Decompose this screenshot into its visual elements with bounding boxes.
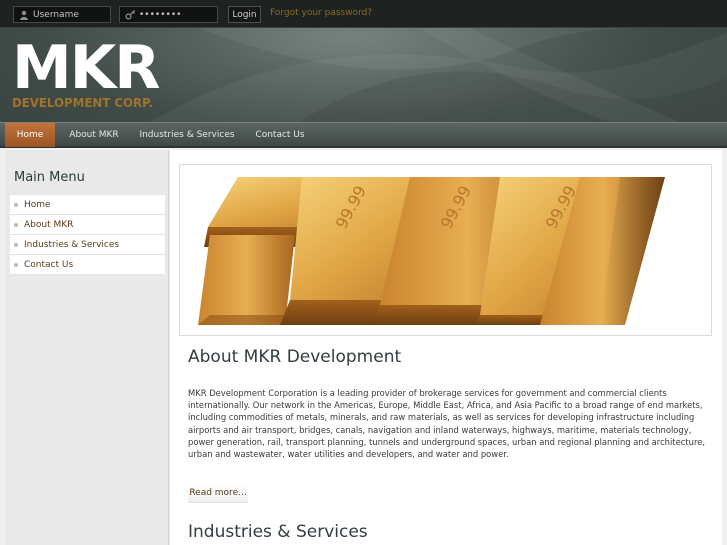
bullet-icon [14, 222, 18, 227]
site-header: MKR DEVELOPMENT CORP. [0, 28, 727, 122]
sidebar-title: Main Menu [14, 170, 85, 185]
sidebar-item-label: Industries & Services [24, 239, 120, 250]
article-body: MKR Development Corporation is a leading… [188, 388, 706, 460]
sidebar: Main Menu Home About MKR Industries & Se… [5, 150, 169, 545]
read-more-link[interactable]: Read more... [188, 483, 248, 503]
password-input[interactable] [139, 9, 213, 20]
bullet-icon [14, 242, 18, 247]
sidebar-menu: Home About MKR Industries & Services Con… [10, 195, 165, 275]
sidebar-item-contact[interactable]: Contact Us [10, 255, 165, 275]
main-content: 99.99 99.99 99.99 About MKR Development … [170, 150, 722, 545]
nav-item-industries[interactable]: Industries & Services [138, 123, 236, 147]
site-logo[interactable]: MKR DEVELOPMENT CORP. [12, 33, 160, 110]
sidebar-item-label: Contact Us [24, 259, 74, 270]
bullet-icon [14, 262, 18, 267]
sidebar-item-label: Home [24, 199, 51, 210]
bullet-icon [14, 202, 18, 207]
sidebar-item-industries[interactable]: Industries & Services [10, 235, 165, 255]
login-bar: Login Forgot your password? [0, 0, 727, 28]
gold-bars-image: 99.99 99.99 99.99 [198, 177, 665, 325]
nav-item-about[interactable]: About MKR [62, 123, 126, 147]
username-field[interactable] [13, 6, 111, 23]
password-field[interactable] [119, 6, 218, 23]
main-nav: Home About MKR Industries & Services Con… [0, 122, 727, 148]
sidebar-item-label: About MKR [24, 219, 74, 230]
username-input[interactable] [33, 9, 107, 20]
key-icon [123, 8, 137, 22]
login-button[interactable]: Login [228, 6, 261, 23]
section-title: Industries & Services [188, 522, 368, 542]
sidebar-item-home[interactable]: Home [10, 195, 165, 215]
logo-subtitle: DEVELOPMENT CORP. [12, 96, 153, 110]
gold-bars-banner: 99.99 99.99 99.99 [179, 164, 712, 336]
logo-wordmark: MKR [12, 33, 160, 103]
sidebar-item-about[interactable]: About MKR [10, 215, 165, 235]
content-wrapper: Main Menu Home About MKR Industries & Se… [5, 150, 722, 545]
forgot-password-link[interactable]: Forgot your password? [270, 8, 372, 18]
nav-item-contact[interactable]: Contact Us [250, 123, 310, 147]
nav-item-home[interactable]: Home [5, 123, 55, 147]
article-title: About MKR Development [188, 347, 402, 367]
user-icon [17, 8, 31, 22]
